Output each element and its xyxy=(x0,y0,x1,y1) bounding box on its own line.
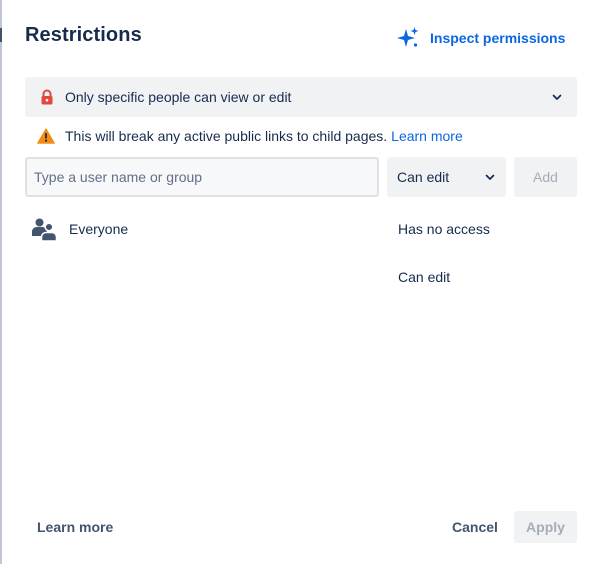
left-edge-marker xyxy=(0,28,2,42)
warning-icon xyxy=(37,128,55,144)
apply-button[interactable]: Apply xyxy=(514,511,577,543)
left-edge-divider xyxy=(0,0,2,564)
user-search-input[interactable] xyxy=(25,157,379,197)
access-option-has-no-access[interactable]: Has no access xyxy=(398,221,490,237)
add-button[interactable]: Add xyxy=(514,157,577,197)
chevron-down-icon xyxy=(485,174,495,180)
dialog-title: Restrictions xyxy=(25,24,142,46)
entry-name: Everyone xyxy=(69,221,129,237)
restriction-level-select[interactable]: Only specific people can view or edit xyxy=(25,77,577,117)
access-option-can-edit[interactable]: Can edit xyxy=(398,269,450,285)
restriction-level-value: Only specific people can view or edit xyxy=(65,89,292,105)
chevron-down-icon xyxy=(552,94,562,100)
warning-banner: This will break any active public links … xyxy=(37,128,463,144)
inspect-permissions-label: Inspect permissions xyxy=(430,30,566,46)
warning-learn-more-link[interactable]: Learn more xyxy=(391,128,463,144)
footer-learn-more-link[interactable]: Learn more xyxy=(37,519,113,535)
lock-icon xyxy=(41,89,53,105)
warning-message: This will break any active public links … xyxy=(65,128,388,144)
list-item-everyone: Everyone xyxy=(31,216,128,242)
inspect-permissions-button[interactable]: Inspect permissions xyxy=(396,26,565,50)
group-icon xyxy=(32,218,57,242)
sparkle-icon xyxy=(397,27,419,47)
cancel-button[interactable]: Cancel xyxy=(445,511,505,543)
permission-select-value: Can edit xyxy=(397,169,450,185)
permission-select[interactable]: Can edit xyxy=(387,157,506,197)
